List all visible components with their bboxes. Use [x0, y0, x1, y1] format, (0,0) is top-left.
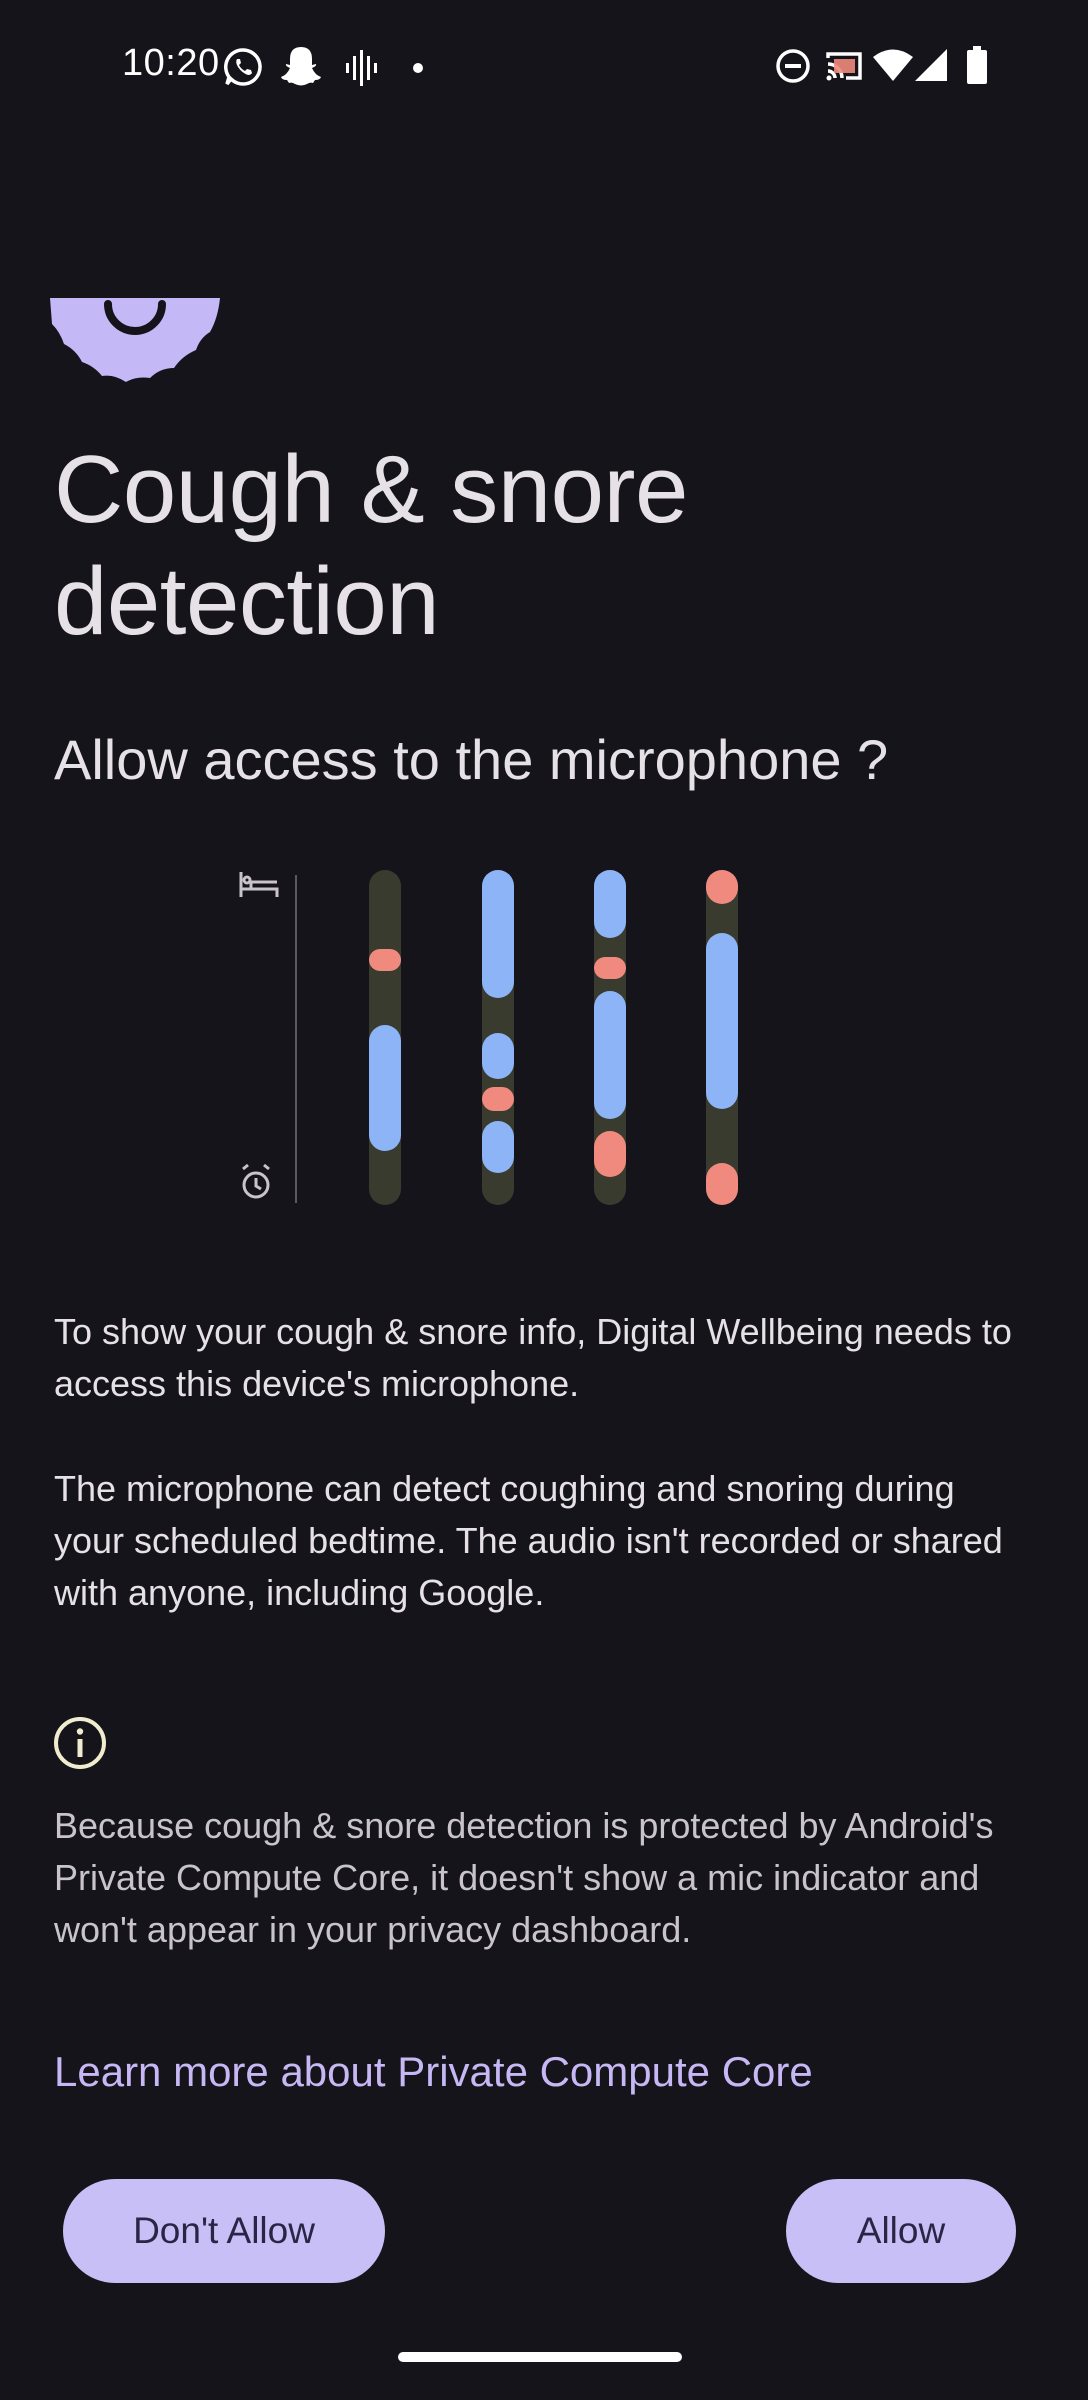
permission-question: Allow access to the microphone ?: [54, 728, 889, 791]
page-title: Cough & snore detection: [54, 436, 688, 655]
cast-icon: [826, 52, 862, 81]
night-column-1: [369, 870, 401, 1205]
private-compute-core-note: Because cough & snore detection is prote…: [54, 1805, 994, 1950]
status-time: 10:20: [122, 42, 220, 84]
bedtime-moon-icon: [50, 298, 220, 382]
battery-icon: [967, 46, 987, 84]
notification-dot-icon: [413, 63, 423, 73]
cellular-signal-icon: [915, 49, 947, 81]
learn-more-link[interactable]: Learn more about Private Compute Core: [54, 2044, 813, 2100]
privacy-paragraph: The microphone can detect coughing and s…: [54, 1468, 1003, 1613]
night-column-2: [482, 870, 514, 1205]
explanation-paragraph: To show your cough & snore info, Digital…: [54, 1311, 1012, 1404]
wifi-icon: [873, 49, 913, 81]
status-bar: 10:20: [0, 0, 1088, 136]
allow-button[interactable]: Allow: [786, 2179, 1016, 2283]
night-column-4: [706, 870, 738, 1205]
home-indicator[interactable]: [398, 2352, 682, 2362]
info-icon: [54, 1717, 106, 1769]
whatsapp-icon: [224, 48, 262, 86]
night-column-3: [594, 870, 626, 1205]
dont-allow-button[interactable]: Don't Allow: [63, 2179, 385, 2283]
do-not-disturb-icon: [776, 49, 810, 83]
sleep-sound-illustration: [239, 870, 738, 1205]
bed-icon: [239, 872, 279, 897]
voice-recorder-icon: [346, 50, 377, 86]
alarm-clock-icon: [242, 1163, 270, 1199]
snapchat-icon: [281, 47, 321, 86]
